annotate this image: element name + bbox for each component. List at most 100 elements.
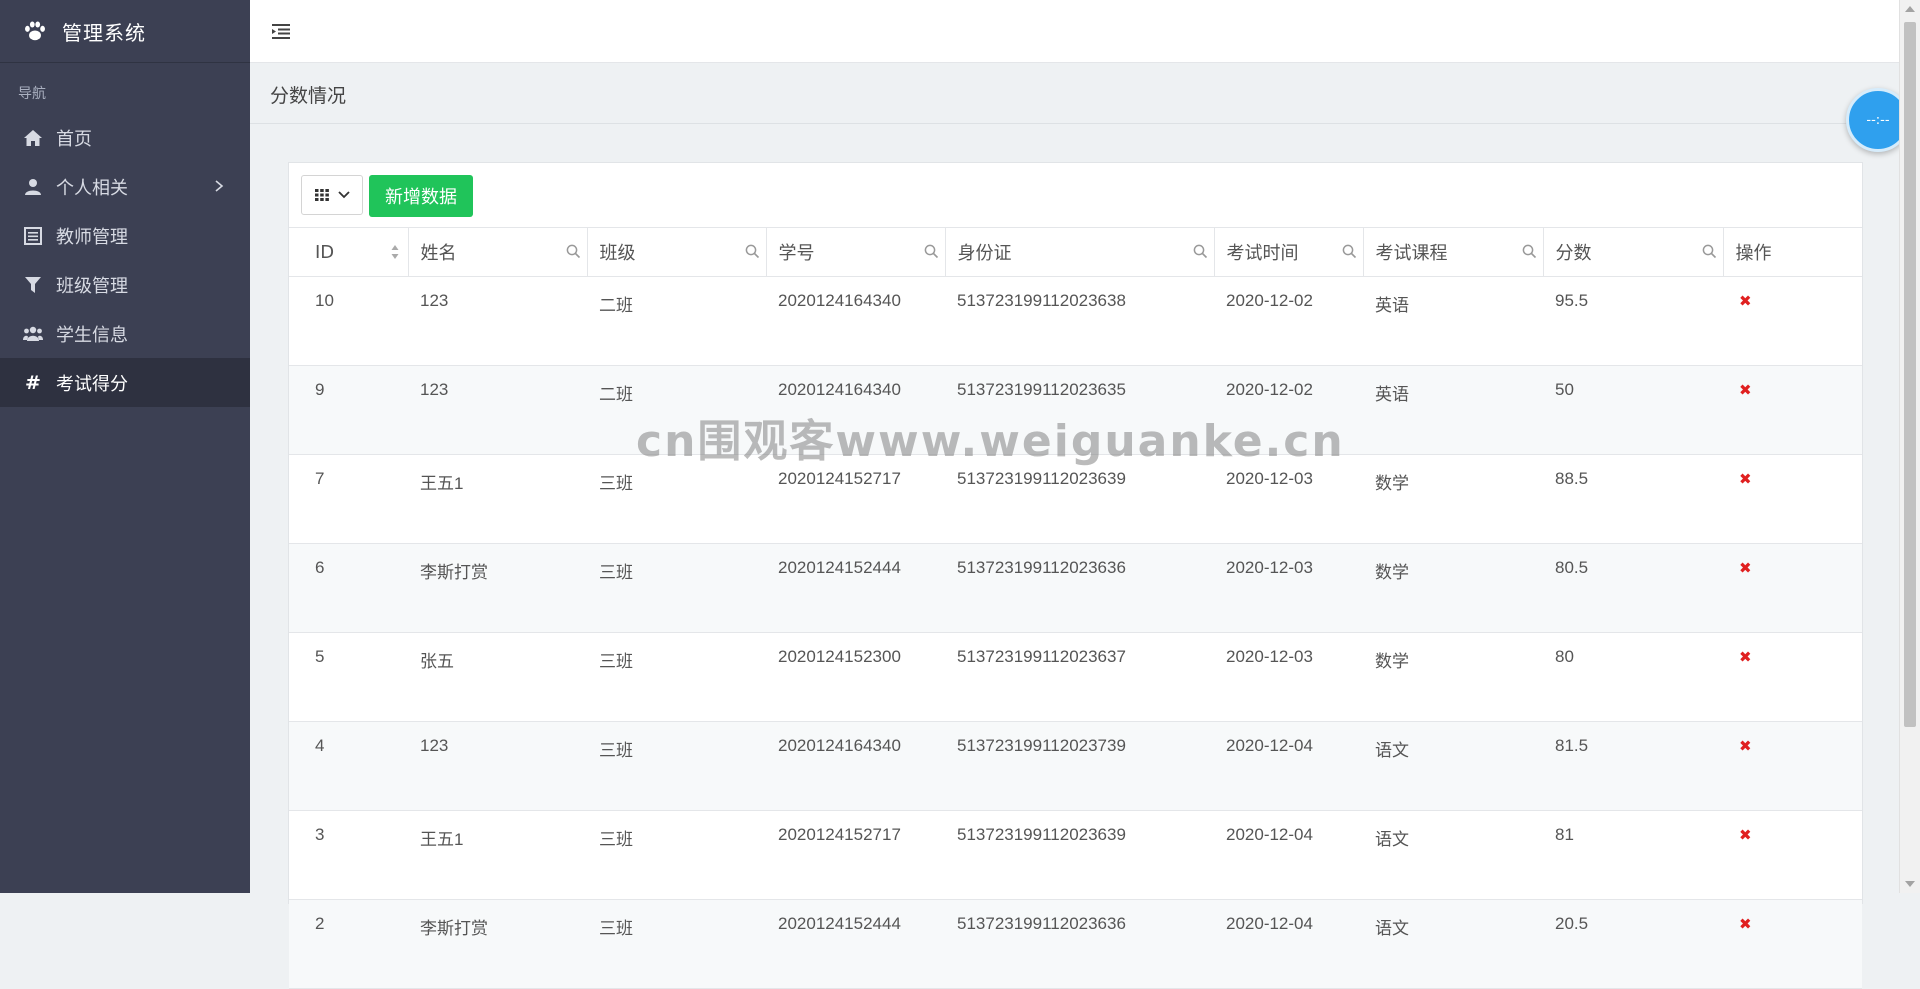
column-header-class: 班级 xyxy=(587,227,767,277)
delete-icon[interactable]: ✖ xyxy=(1735,560,1752,577)
delete-icon[interactable]: ✖ xyxy=(1735,293,1752,310)
cell-id-card: 513723199112023739 xyxy=(945,721,1214,811)
sidebar-item-students[interactable]: 学生信息 xyxy=(0,309,250,358)
grid-icon xyxy=(315,189,329,201)
scroll-thumb[interactable] xyxy=(1904,22,1916,727)
cell-exam-time: 2020-12-02 xyxy=(1214,276,1363,366)
cell-exam-time: 2020-12-02 xyxy=(1214,365,1363,455)
list-icon xyxy=(22,225,44,247)
cell-id: 6 xyxy=(289,543,408,633)
cell-exam-time: 2020-12-03 xyxy=(1214,632,1363,722)
data-table-card: 新增数据 ID 姓名 班级 学号 身份证 考试时间 考试课程 分数 操作 10 … xyxy=(288,162,1863,989)
clock-text: --:-- xyxy=(1866,112,1890,128)
cell-score: 50 xyxy=(1543,365,1723,455)
cell-class: 三班 xyxy=(587,899,766,989)
cell-score: 20.5 xyxy=(1543,899,1723,989)
scroll-down-arrow-icon[interactable] xyxy=(1905,881,1915,887)
sidebar-item-classes[interactable]: 班级管理 xyxy=(0,260,250,309)
sidebar-item-label: 首页 xyxy=(56,128,92,150)
search-icon[interactable] xyxy=(745,244,760,259)
users-icon xyxy=(22,323,44,345)
table-row: 9 123 二班 2020124164340 513723199112023635 202… xyxy=(289,365,1862,455)
top-bar xyxy=(250,0,1900,63)
column-header-id-card: 身份证 xyxy=(945,227,1215,277)
cell-class: 三班 xyxy=(587,454,766,544)
delete-icon[interactable]: ✖ xyxy=(1735,738,1752,755)
cell-actions: ✖ xyxy=(1723,899,1862,989)
scroll-up-arrow-icon[interactable] xyxy=(1905,6,1915,12)
cell-name: 王五1 xyxy=(408,454,587,544)
search-icon[interactable] xyxy=(1193,244,1208,259)
cell-id-card: 513723199112023635 xyxy=(945,365,1214,455)
sidebar-item-label: 学生信息 xyxy=(56,324,128,346)
user-icon xyxy=(22,176,44,198)
cell-course: 数学 xyxy=(1363,543,1543,633)
delete-icon[interactable]: ✖ xyxy=(1735,916,1752,933)
columns-toggle-button[interactable] xyxy=(301,175,363,215)
search-icon[interactable] xyxy=(1702,244,1717,259)
cell-name: 123 xyxy=(408,276,587,366)
add-data-button[interactable]: 新增数据 xyxy=(369,175,473,217)
sidebar-item-label: 考试得分 xyxy=(56,373,128,395)
cell-name: 李斯打赏 xyxy=(408,543,587,633)
column-header-score: 分数 xyxy=(1543,227,1724,277)
cell-actions: ✖ xyxy=(1723,810,1862,900)
cell-student-no: 2020124152717 xyxy=(766,454,945,544)
column-header-name: 姓名 xyxy=(408,227,588,277)
delete-icon[interactable]: ✖ xyxy=(1735,649,1752,666)
cell-actions: ✖ xyxy=(1723,721,1862,811)
table-row: 6 李斯打赏 三班 2020124152444 513723199112023636 20… xyxy=(289,543,1862,633)
cell-actions: ✖ xyxy=(1723,365,1862,455)
sidebar-item-label: 班级管理 xyxy=(56,275,128,297)
search-icon[interactable] xyxy=(566,244,581,259)
table-row: 4 123 三班 2020124164340 513723199112023739 202… xyxy=(289,721,1862,811)
sort-icon[interactable] xyxy=(390,243,400,261)
cell-class: 三班 xyxy=(587,810,766,900)
cell-exam-time: 2020-12-04 xyxy=(1214,899,1363,989)
sidebar-item-label: 个人相关 xyxy=(56,177,128,199)
column-header-id[interactable]: ID xyxy=(289,227,409,277)
cell-course: 语文 xyxy=(1363,721,1543,811)
cell-actions: ✖ xyxy=(1723,543,1862,633)
cell-course: 数学 xyxy=(1363,632,1543,722)
table-row: 2 李斯打赏 三班 2020124152444 513723199112023636 20… xyxy=(289,899,1862,989)
delete-icon[interactable]: ✖ xyxy=(1735,471,1752,488)
cell-exam-time: 2020-12-03 xyxy=(1214,543,1363,633)
cell-course: 英语 xyxy=(1363,365,1543,455)
cell-name: 123 xyxy=(408,365,587,455)
cell-student-no: 2020124164340 xyxy=(766,365,945,455)
cell-course: 语文 xyxy=(1363,899,1543,989)
filter-icon xyxy=(22,274,44,296)
chevron-right-icon xyxy=(215,180,224,192)
delete-icon[interactable]: ✖ xyxy=(1735,827,1752,844)
cell-student-no: 2020124164340 xyxy=(766,276,945,366)
cell-exam-time: 2020-12-04 xyxy=(1214,810,1363,900)
cell-exam-time: 2020-12-04 xyxy=(1214,721,1363,811)
page-scrollbar[interactable] xyxy=(1899,0,1920,893)
cell-id: 3 xyxy=(289,810,408,900)
cell-name: 李斯打赏 xyxy=(408,899,587,989)
cell-student-no: 2020124152300 xyxy=(766,632,945,722)
cell-class: 三班 xyxy=(587,543,766,633)
sidebar-item-personal[interactable]: 个人相关 xyxy=(0,162,250,211)
search-icon[interactable] xyxy=(924,244,939,259)
cell-student-no: 2020124164340 xyxy=(766,721,945,811)
brand: 管理系统 xyxy=(0,0,250,63)
menu-toggle-icon[interactable] xyxy=(270,22,292,40)
sidebar-item-home[interactable]: 首页 xyxy=(0,113,250,162)
search-icon[interactable] xyxy=(1342,244,1357,259)
search-icon[interactable] xyxy=(1522,244,1537,259)
cell-id-card: 513723199112023636 xyxy=(945,899,1214,989)
column-header-actions: 操作 xyxy=(1723,227,1862,277)
cell-id-card: 513723199112023638 xyxy=(945,276,1214,366)
delete-icon[interactable]: ✖ xyxy=(1735,382,1752,399)
cell-student-no: 2020124152444 xyxy=(766,899,945,989)
cell-id-card: 513723199112023639 xyxy=(945,810,1214,900)
sidebar-item-label: 教师管理 xyxy=(56,226,128,248)
sidebar-item-teachers[interactable]: 教师管理 xyxy=(0,211,250,260)
sidebar-item-scores[interactable]: # 考试得分 xyxy=(0,358,250,407)
table-row: 5 张五 三班 2020124152300 513723199112023637 2020… xyxy=(289,632,1862,722)
cell-id: 5 xyxy=(289,632,408,722)
nav-caption: 导航 xyxy=(18,86,46,102)
cell-id: 2 xyxy=(289,899,408,989)
